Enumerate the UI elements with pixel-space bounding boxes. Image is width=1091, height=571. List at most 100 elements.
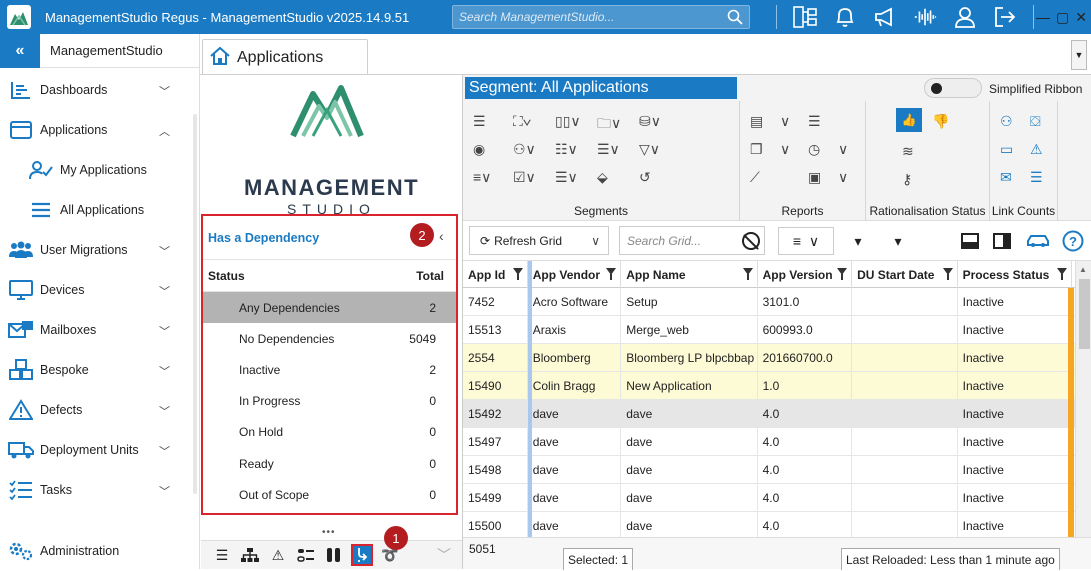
sidebar-item-defects[interactable]: Defects ﹀ bbox=[0, 390, 196, 430]
minimize-button[interactable]: — bbox=[1036, 9, 1050, 25]
sidebar-item-deployment-units[interactable]: Deployment Units ﹀ bbox=[0, 430, 196, 470]
chevron-down-icon[interactable]: ∨ bbox=[591, 234, 600, 248]
scroll-up-icon[interactable]: ▲ bbox=[1079, 265, 1087, 274]
tab-list-dropdown[interactable]: ▼ bbox=[1071, 40, 1087, 70]
checkbox-dropdown[interactable]: ☑∨ bbox=[513, 169, 536, 186]
org-chart-icon[interactable] bbox=[793, 5, 817, 29]
user-icon[interactable] bbox=[953, 5, 977, 29]
dependency-icon[interactable] bbox=[351, 544, 373, 566]
filter-row[interactable]: Inactive 2 bbox=[203, 354, 456, 385]
resize-grip[interactable]: ••• bbox=[322, 527, 336, 538]
logout-icon[interactable] bbox=[993, 5, 1017, 29]
clock-icon[interactable]: ◷ bbox=[808, 141, 820, 158]
filter-icon[interactable] bbox=[606, 268, 617, 280]
user-circle-icon[interactable]: ◉ bbox=[473, 141, 485, 158]
filter-down-icon[interactable]: ▾ bbox=[888, 227, 908, 255]
panel-bottom-icon[interactable] bbox=[959, 227, 981, 255]
table-row[interactable]: 15490 Colin Bragg New Application 1.0 Inacti… bbox=[463, 372, 1084, 400]
lines-dropdown[interactable]: ≡∨ bbox=[473, 169, 491, 186]
chevron-down-icon[interactable]: ∨ bbox=[838, 141, 848, 158]
filter-row[interactable]: In Progress 0 bbox=[203, 386, 456, 417]
chevron-down-icon[interactable]: ﹀ bbox=[433, 544, 455, 566]
chevron-down-icon[interactable]: ∨ bbox=[838, 169, 848, 186]
key-icon[interactable]: ⚷ bbox=[902, 171, 912, 188]
refresh-grid-button[interactable]: ⟳ Refresh Grid ∨ bbox=[469, 226, 609, 255]
report-icon[interactable]: ▤ bbox=[750, 113, 763, 130]
column-header[interactable]: DU Start Date bbox=[852, 261, 958, 288]
bell-icon[interactable] bbox=[833, 5, 857, 29]
list-icon[interactable]: ☰ bbox=[473, 113, 486, 130]
filter-icon[interactable] bbox=[942, 268, 953, 280]
global-search-input[interactable]: Search ManagementStudio... bbox=[452, 5, 750, 29]
table-row[interactable]: 7452Acro SoftwareSetup3101.0Inactive1 bbox=[463, 288, 1084, 316]
column-header[interactable]: App Name bbox=[621, 261, 758, 288]
sidebar-item-devices[interactable]: Devices ﹀ bbox=[0, 270, 196, 310]
sidebar-item-all-applications[interactable]: All Applications bbox=[0, 190, 196, 230]
collapse-sidebar-button[interactable]: « bbox=[0, 33, 40, 68]
filter-icon[interactable] bbox=[512, 268, 523, 280]
menu-icon[interactable]: ☰ bbox=[211, 544, 233, 566]
sidebar-item-dashboards[interactable]: Dashboards ﹀ bbox=[0, 70, 196, 110]
filter-icon[interactable] bbox=[837, 268, 848, 280]
table-row[interactable]: 15498davedave4.0Inactive1 bbox=[463, 456, 1084, 484]
chevron-left-icon[interactable]: ‹ bbox=[439, 228, 444, 244]
calendar-icon[interactable]: ▣ bbox=[808, 169, 821, 186]
tag-icon[interactable]: ⬙ bbox=[597, 169, 608, 186]
toggles-dropdown[interactable]: ☷∨ bbox=[555, 141, 578, 158]
column-header[interactable]: App Id bbox=[463, 261, 528, 288]
car-icon[interactable] bbox=[1025, 227, 1051, 255]
chevron-down-icon[interactable]: ∨ bbox=[780, 141, 790, 158]
folder-dropdown[interactable]: 🗀∨ bbox=[597, 113, 621, 137]
panel-right-icon[interactable] bbox=[991, 227, 1013, 255]
filter-icon[interactable] bbox=[1057, 268, 1068, 280]
search-icon[interactable] bbox=[727, 9, 743, 28]
clear-search-icon[interactable] bbox=[742, 232, 760, 250]
monitor-icon[interactable]: ▭ bbox=[1000, 141, 1013, 158]
sidebar-item-mailboxes[interactable]: Mailboxes ﹀ bbox=[0, 310, 196, 350]
filter-row[interactable]: No Dependencies 5049 bbox=[203, 323, 456, 354]
filter-row[interactable]: On Hold 0 bbox=[203, 417, 456, 448]
column-header[interactable]: App Version bbox=[758, 261, 853, 288]
tab-applications[interactable]: Applications bbox=[202, 39, 368, 75]
thumbs-down-icon[interactable]: 👎 bbox=[932, 113, 949, 130]
align-dropdown[interactable]: ≡ ∨ bbox=[778, 227, 834, 255]
sidebar-item-tasks[interactable]: Tasks ﹀ bbox=[0, 470, 196, 510]
sidebar-item-bespoke[interactable]: Bespoke ﹀ bbox=[0, 350, 196, 390]
toggle-list-icon[interactable] bbox=[295, 544, 317, 566]
test-tubes-dropdown[interactable]: ▯▯∨ bbox=[555, 113, 581, 130]
filter-row[interactable]: Ready 0 bbox=[203, 448, 456, 479]
close-button[interactable]: ✕ bbox=[1075, 9, 1087, 26]
audio-wave-icon[interactable] bbox=[913, 5, 937, 29]
copy-icon[interactable]: ❐ bbox=[750, 141, 763, 158]
column-header[interactable]: Process Status bbox=[958, 261, 1073, 288]
column-header[interactable]: App Vendor bbox=[528, 261, 622, 288]
cubes-icon[interactable]: ⛋ bbox=[1030, 113, 1041, 130]
hierarchy-icon[interactable] bbox=[239, 544, 261, 566]
table-row[interactable]: 15513AraxisMerge_web600993.0Inactive1 bbox=[463, 316, 1084, 344]
help-icon[interactable]: ? bbox=[1061, 227, 1085, 255]
sidebar-item-applications[interactable]: Applications ︿ bbox=[0, 110, 196, 150]
warning-icon[interactable]: ⚠ bbox=[267, 544, 289, 566]
table-row[interactable]: 15500davedave4.0Inactive1 bbox=[463, 512, 1084, 537]
table-row[interactable]: 2554 Bloomberg Bloomberg LP blpcbbap 201660… bbox=[463, 344, 1084, 372]
warning-icon[interactable]: ⚠ bbox=[1030, 141, 1043, 158]
sidebar-scrollbar[interactable] bbox=[193, 114, 197, 494]
sidebar-item-user-migrations[interactable]: User Migrations ﹀ bbox=[0, 230, 196, 270]
history-icon[interactable]: ↺ bbox=[639, 169, 651, 186]
sidebar-item-my-applications[interactable]: My Applications bbox=[0, 150, 196, 190]
table-row[interactable]: 15492davedave4.0Inactive1 bbox=[463, 400, 1084, 428]
layers-icon[interactable]: ≋ bbox=[902, 143, 914, 160]
hierarchy-dropdown[interactable]: ⛶∨ bbox=[513, 113, 531, 130]
megaphone-icon[interactable] bbox=[873, 5, 897, 29]
test-tubes-icon[interactable] bbox=[323, 544, 345, 566]
table-row[interactable]: 15497davedave4.0Inactive1 bbox=[463, 428, 1084, 456]
mailbox-icon[interactable]: ✉ bbox=[1000, 169, 1012, 186]
filter-dropdown[interactable]: ▽∨ bbox=[639, 141, 660, 158]
database-dropdown[interactable]: ⛁∨ bbox=[639, 113, 661, 130]
table-row[interactable]: 15499davedave4.0Inactive1 bbox=[463, 484, 1084, 512]
checklist2-dropdown[interactable]: ☰∨ bbox=[555, 169, 578, 186]
users-icon[interactable]: ⚇ bbox=[1000, 113, 1013, 130]
simplified-ribbon-toggle[interactable] bbox=[924, 78, 982, 98]
maximize-button[interactable]: ▢ bbox=[1056, 9, 1069, 26]
grid-search-input[interactable]: Search Grid... bbox=[619, 226, 765, 255]
